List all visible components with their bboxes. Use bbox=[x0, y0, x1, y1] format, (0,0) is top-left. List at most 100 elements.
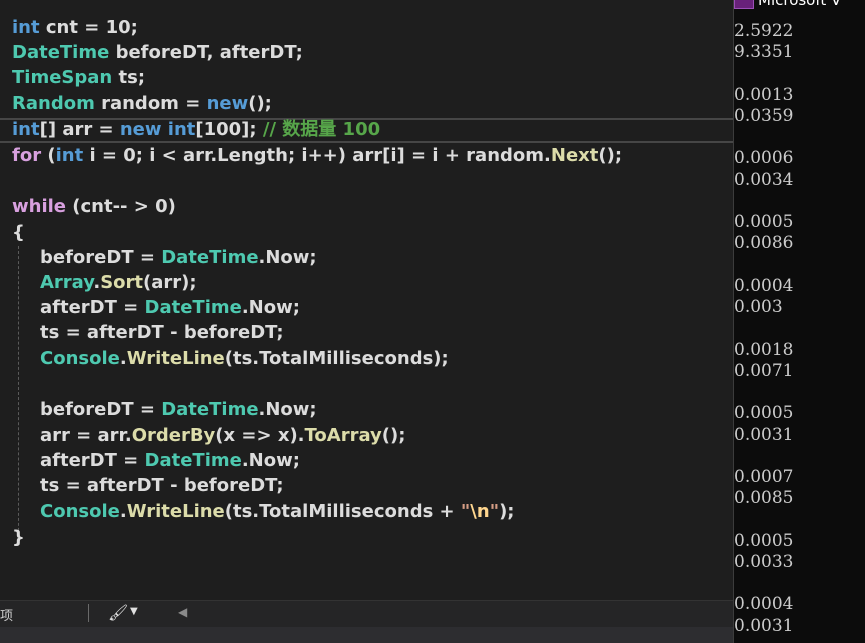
code-token: . bbox=[119, 348, 127, 369]
code-token: Array bbox=[40, 272, 94, 293]
code-token: } bbox=[12, 527, 25, 548]
code-token: for bbox=[12, 145, 42, 166]
code-escape: \n bbox=[470, 501, 490, 522]
console-output-line: 0.0071 bbox=[734, 360, 794, 381]
code-token: ( bbox=[41, 145, 56, 166]
code-token: Next bbox=[550, 145, 599, 166]
code-token: (arr); bbox=[143, 272, 197, 293]
code-line-10[interactable]: beforeDT = DateTime.Now; bbox=[40, 245, 317, 270]
scroll-left-icon[interactable]: ◀ bbox=[178, 605, 187, 619]
bottom-strip bbox=[0, 627, 733, 643]
code-token: beforeDT, afterDT; bbox=[109, 42, 303, 63]
code-line-3[interactable]: TimeSpan ts; bbox=[12, 65, 145, 90]
code-token: DateTime bbox=[161, 247, 259, 268]
console-output-line: 0.0085 bbox=[734, 488, 794, 509]
code-token: cnt = 10; bbox=[39, 17, 138, 38]
editor-statusbar: 项 🖌 ▼ ◀ bbox=[0, 600, 733, 628]
code-line-14[interactable]: Console.WriteLine(ts.TotalMilliseconds); bbox=[40, 346, 449, 371]
code-line-5[interactable]: int[] arr = new int[100]; // 数据量 100 bbox=[12, 117, 380, 142]
code-token: WriteLine bbox=[126, 348, 225, 369]
code-token: afterDT = bbox=[40, 450, 145, 471]
console-output-line: 0.003 bbox=[734, 297, 783, 318]
console-output-line: 2.5922 bbox=[734, 21, 794, 41]
code-token: OrderBy bbox=[131, 425, 216, 446]
code-token: int bbox=[12, 119, 40, 140]
dropdown-arrow-icon[interactable]: ▼ bbox=[130, 606, 138, 617]
code-token: [100]; bbox=[195, 119, 263, 140]
console-window[interactable]: Microsoft V 2.5922 9.3351 0.0013 0.0359 0.00… bbox=[733, 0, 865, 643]
code-token: beforeDT = bbox=[40, 399, 162, 420]
code-token: random = bbox=[94, 93, 207, 114]
code-token: DateTime bbox=[144, 297, 242, 318]
console-output-line: 0.0034 bbox=[734, 169, 794, 190]
code-token: i = 0; i < arr.Length; i++) arr[i] = i +… bbox=[83, 145, 551, 166]
code-token: (); bbox=[381, 425, 406, 446]
code-line-9[interactable]: { bbox=[12, 220, 25, 245]
code-token: (); bbox=[598, 145, 623, 166]
code-token: .Now; bbox=[258, 247, 317, 268]
console-output-line: 9.3351 bbox=[734, 42, 794, 63]
code-line-6[interactable]: for (int i = 0; i < arr.Length; i++) arr… bbox=[12, 143, 622, 168]
code-token: DateTime bbox=[144, 450, 242, 471]
code-token: afterDT = bbox=[40, 297, 145, 318]
code-token: Random bbox=[12, 93, 95, 114]
code-line-4[interactable]: Random random = new(); bbox=[12, 91, 272, 116]
console-output-line: 0.0004 bbox=[734, 594, 794, 615]
code-editor[interactable]: int cnt = 10; DateTime beforeDT, afterDT… bbox=[0, 0, 733, 600]
code-line-20[interactable]: Console.WriteLine(ts.TotalMilliseconds +… bbox=[40, 499, 515, 524]
code-token: int bbox=[55, 145, 84, 166]
code-line-11[interactable]: Array.Sort(arr); bbox=[40, 270, 197, 295]
code-token: TimeSpan bbox=[12, 67, 113, 88]
code-token: { bbox=[12, 222, 25, 243]
code-token: beforeDT = bbox=[40, 247, 162, 268]
code-token: while bbox=[12, 196, 66, 217]
code-token: (ts.TotalMilliseconds + bbox=[224, 501, 461, 522]
code-line-19[interactable]: ts = afterDT - beforeDT; bbox=[40, 473, 284, 498]
console-output-line: 0.0013 bbox=[734, 84, 794, 105]
code-token: ts; bbox=[112, 67, 146, 88]
indent-guide bbox=[18, 246, 19, 541]
code-token: (); bbox=[248, 93, 272, 114]
code-token: ts = afterDT - beforeDT; bbox=[40, 322, 284, 343]
console-output-line: 0.0005 bbox=[734, 530, 794, 551]
console-output-line: 0.0005 bbox=[734, 212, 794, 233]
console-output-line: 0.0031 bbox=[734, 615, 794, 636]
console-output-line: 0.0018 bbox=[734, 339, 794, 360]
code-line-18[interactable]: afterDT = DateTime.Now; bbox=[40, 448, 300, 473]
console-output-line: 0.0031 bbox=[734, 424, 794, 445]
code-token: . bbox=[119, 501, 127, 522]
status-separator bbox=[88, 604, 89, 622]
code-line-17[interactable]: arr = arr.OrderBy(x => x).ToArray(); bbox=[40, 423, 405, 448]
code-line-12[interactable]: afterDT = DateTime.Now; bbox=[40, 295, 300, 320]
code-token: new bbox=[119, 119, 162, 140]
console-output-line: 0.0004 bbox=[734, 275, 794, 296]
console-title: Microsoft V bbox=[758, 0, 842, 9]
code-string: " bbox=[460, 501, 471, 522]
code-line-13[interactable]: ts = afterDT - beforeDT; bbox=[40, 320, 284, 345]
code-token: .Now; bbox=[241, 450, 300, 471]
status-label: 项 bbox=[0, 609, 14, 624]
console-output-line: 0.0006 bbox=[734, 148, 794, 169]
code-line-2[interactable]: DateTime beforeDT, afterDT; bbox=[12, 40, 303, 65]
code-line-8[interactable]: while (cnt-- > 0) bbox=[12, 194, 176, 219]
code-token: (x => x). bbox=[215, 425, 305, 446]
code-token: DateTime bbox=[12, 42, 110, 63]
visual-studio-icon bbox=[734, 0, 754, 9]
code-line-1[interactable]: int cnt = 10; bbox=[12, 15, 138, 40]
console-output-line: 0.0086 bbox=[734, 233, 794, 254]
code-line-16[interactable]: beforeDT = DateTime.Now; bbox=[40, 397, 317, 422]
code-line-21[interactable]: } bbox=[12, 525, 25, 550]
code-token: arr = arr. bbox=[40, 425, 132, 446]
code-token: .Now; bbox=[241, 297, 300, 318]
console-output-line: 0.0007 bbox=[734, 466, 794, 487]
code-token: new bbox=[206, 93, 249, 114]
code-token: int bbox=[167, 119, 196, 140]
console-output-line: 0.0359 bbox=[734, 106, 794, 126]
code-comment: // 数据量 100 bbox=[262, 119, 381, 140]
brush-icon[interactable]: 🖌 bbox=[108, 603, 128, 622]
code-token: int bbox=[12, 17, 40, 38]
code-token: [] arr = bbox=[39, 119, 120, 140]
code-token: ); bbox=[499, 501, 515, 522]
console-output-line: 0.0005 bbox=[734, 403, 794, 424]
code-token: DateTime bbox=[161, 399, 259, 420]
